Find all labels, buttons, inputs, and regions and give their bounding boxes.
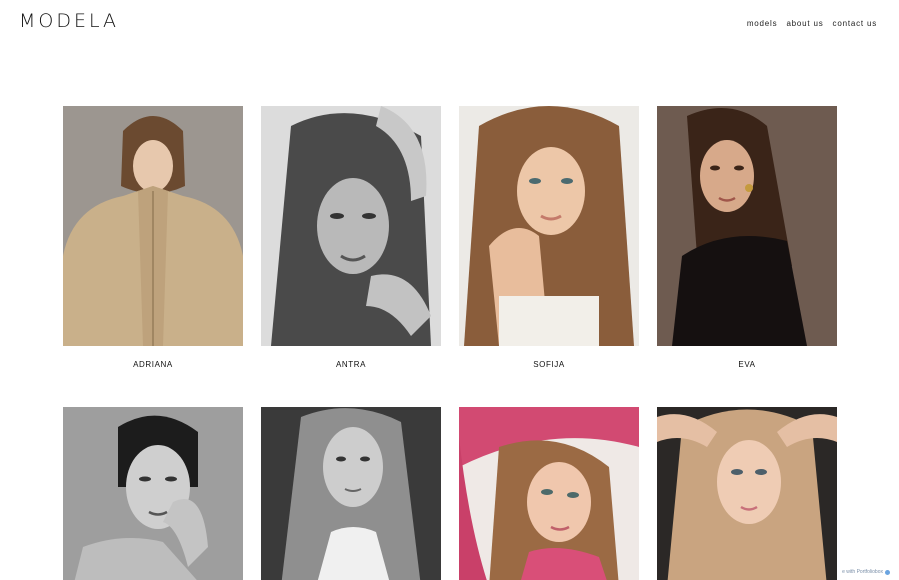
model-card-8[interactable] — [657, 407, 837, 580]
model-photo[interactable] — [261, 407, 441, 580]
site-logo[interactable]: MODELA — [19, 10, 119, 32]
model-name[interactable]: ADRIANA — [63, 360, 243, 369]
info-icon — [885, 569, 890, 575]
model-card-5[interactable] — [63, 407, 243, 580]
model-photo[interactable] — [657, 407, 837, 580]
model-grid-row-1: ADRIANA ANTRA SOFIJA EVA — [63, 106, 837, 369]
model-card-eva[interactable]: EVA — [657, 106, 837, 369]
model-name[interactable]: EVA — [657, 360, 837, 369]
model-photo[interactable] — [63, 407, 243, 580]
model-card-sofija[interactable]: SOFIJA — [459, 106, 639, 369]
model-photo[interactable] — [261, 106, 441, 346]
model-name[interactable]: SOFIJA — [459, 360, 639, 369]
model-photo[interactable] — [459, 106, 639, 346]
model-card-7[interactable] — [459, 407, 639, 580]
badge-label: e with Portfoliobox — [842, 569, 883, 575]
nav-about-us[interactable]: about us — [786, 19, 823, 28]
model-name[interactable]: ANTRA — [261, 360, 441, 369]
model-photo[interactable] — [459, 407, 639, 580]
model-photo[interactable] — [657, 106, 837, 346]
nav-contact-us[interactable]: contact us — [833, 19, 877, 28]
model-grid-row-2 — [63, 407, 837, 580]
model-card-6[interactable] — [261, 407, 441, 580]
main-nav: models about us contact us — [747, 19, 877, 28]
portfoliobox-badge[interactable]: e with Portfoliobox — [839, 568, 893, 576]
nav-models[interactable]: models — [747, 19, 778, 28]
model-photo[interactable] — [63, 106, 243, 346]
page: MODELA models about us contact us ADRIAN… — [0, 0, 899, 580]
model-card-antra[interactable]: ANTRA — [261, 106, 441, 369]
model-card-adriana[interactable]: ADRIANA — [63, 106, 243, 369]
